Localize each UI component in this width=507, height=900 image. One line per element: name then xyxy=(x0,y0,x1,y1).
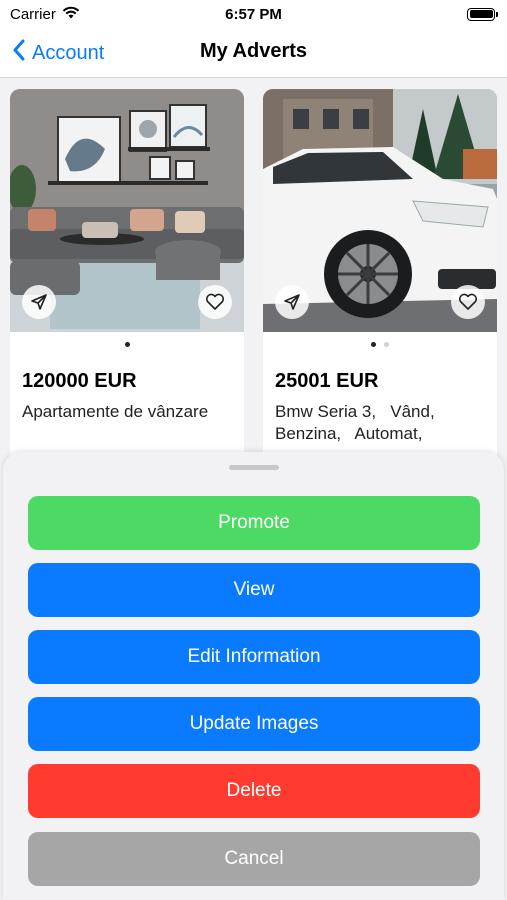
action-sheet-overlay: Promote View Edit Information Update Ima… xyxy=(0,0,507,900)
delete-button[interactable]: Delete xyxy=(28,764,480,818)
edit-information-button[interactable]: Edit Information xyxy=(28,630,480,684)
update-images-button[interactable]: Update Images xyxy=(28,697,480,751)
cancel-button[interactable]: Cancel xyxy=(28,832,480,886)
sheet-handle[interactable] xyxy=(229,465,279,470)
promote-button[interactable]: Promote xyxy=(28,496,480,550)
view-button[interactable]: View xyxy=(28,563,480,617)
action-sheet: Promote View Edit Information Update Ima… xyxy=(3,452,504,900)
